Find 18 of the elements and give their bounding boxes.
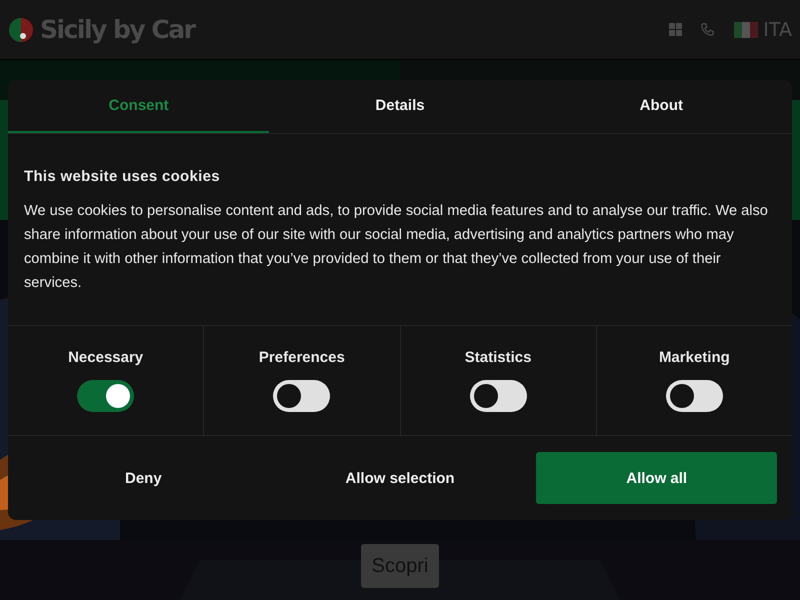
category-label: Preferences xyxy=(258,349,345,366)
flag-icon[interactable] xyxy=(733,22,760,38)
dialog-heading: This website uses cookies xyxy=(24,168,221,186)
consent-button[interactable]: Allow selection xyxy=(280,452,520,504)
category-label: Marketing xyxy=(658,349,730,366)
dialog-tab[interactable]: Details xyxy=(269,80,531,134)
toggle-switch[interactable] xyxy=(470,380,527,412)
toggle-switch[interactable] xyxy=(273,380,330,412)
cookie-description: We use cookies to personalise content and ads, to provide social media features and to analyse our traffic. We also share information about your use of our site with our social media, advertising and analytics partners who may combine it with other information that you’ve provided to them or that they’ve collected from your use of their services. xyxy=(24,202,769,294)
category-label: Necessary xyxy=(68,349,144,366)
logo-icon xyxy=(8,16,34,42)
toggle-switch[interactable] xyxy=(666,380,723,412)
category-label: Statistics xyxy=(464,349,532,366)
dialog-tab[interactable]: Consent xyxy=(8,80,270,134)
consent-button[interactable]: Deny xyxy=(23,452,264,504)
dialog-tab[interactable]: About xyxy=(530,80,792,134)
allow-all-button[interactable]: Allow all xyxy=(536,452,778,504)
toggle-switch[interactable] xyxy=(77,380,134,412)
